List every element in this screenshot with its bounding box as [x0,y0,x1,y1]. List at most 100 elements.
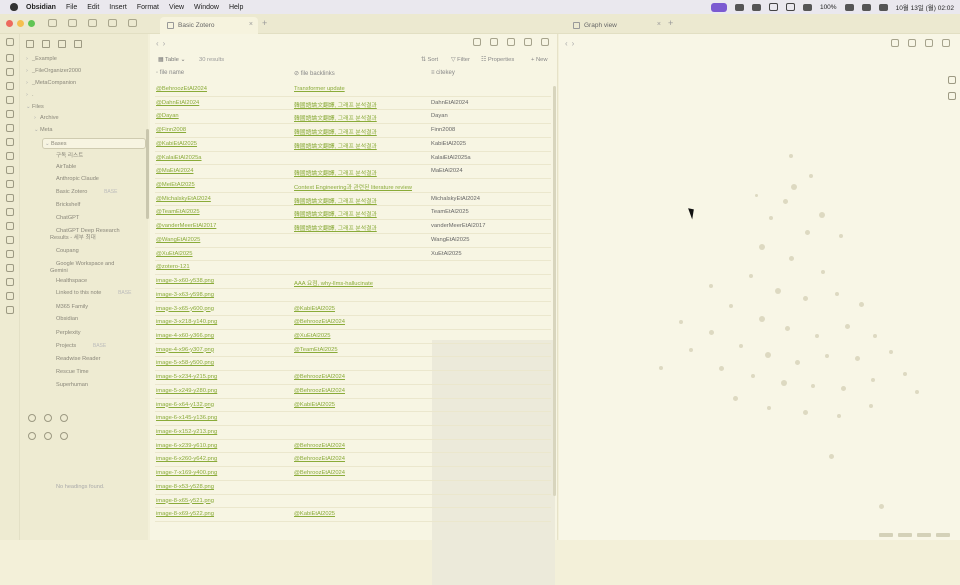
graph-node[interactable] [859,302,864,307]
graph-node[interactable] [783,199,788,204]
status-item[interactable] [936,533,950,537]
menu-item[interactable]: Insert [109,4,127,11]
map-icon[interactable] [6,264,14,272]
template-icon[interactable] [6,124,14,132]
table-row[interactable]: image-6-x152-y213.png [155,426,551,440]
plugin-icon[interactable] [6,138,14,146]
status-item[interactable] [898,533,912,537]
calendar-icon[interactable] [6,152,14,160]
graph-node[interactable] [789,256,794,261]
open-icon[interactable] [6,38,14,46]
search-panel-icon[interactable] [88,19,97,27]
zoom-icon[interactable] [473,38,481,46]
graph-node[interactable] [839,234,843,238]
tags-icon[interactable] [60,432,68,440]
backlinks-cell[interactable]: 韓國語論文翻譯, 그래프 분석결과 [294,113,429,122]
table-row[interactable]: image-7-x169-y400.png @BehroozEtAl2024 [155,467,551,481]
publish-icon[interactable] [6,194,14,202]
file-name-cell[interactable]: @TeamEtAl2025 [156,209,291,215]
backlinks-cell[interactable]: 韓國語論文翻譯, 그래프 분석결과 [294,100,429,109]
audio-icon[interactable] [6,180,14,188]
menu-item[interactable]: View [169,4,184,11]
file-name-cell[interactable]: @vanderMeerEtAl2017 [156,223,291,229]
table-row[interactable]: image-6-x260-y642.png @BehroozEtAl2024 [155,453,551,468]
filter-button[interactable]: ▽ Filter [451,57,470,63]
backlinks-icon[interactable] [44,432,52,440]
column-header-citekey[interactable]: ≡ citekey [431,70,455,76]
graph-node[interactable] [729,304,733,308]
menu-item[interactable]: Edit [87,4,99,11]
graph-node[interactable] [811,384,815,388]
tree-item[interactable]: 구독 리스트 [50,151,83,159]
table-row[interactable]: image-3-x63-y598.png [155,289,551,303]
tree-item[interactable]: ›. [26,92,34,98]
switcher-icon[interactable] [6,54,14,62]
zoom-icon[interactable] [891,39,899,47]
more-icon[interactable] [734,3,744,11]
menu-item[interactable]: Format [137,4,159,11]
graph-node[interactable] [689,348,693,352]
file-name-cell[interactable]: image-6-x64-y132.png [156,402,291,408]
sort-icon[interactable] [58,40,66,48]
graph-animate-icon[interactable] [948,92,956,100]
file-name-cell[interactable]: image-3-x65-y600.png [156,306,291,312]
forward-arrow-icon[interactable]: › [163,39,170,48]
backlinks-cell[interactable]: AAA 요점, why-llms-hallucinate [294,278,429,287]
collapse-icon[interactable] [128,19,137,27]
graph-node[interactable] [775,288,781,294]
daily-note-icon[interactable] [6,96,14,104]
command-icon[interactable] [6,110,14,118]
graph-node[interactable] [795,360,800,365]
backlinks-cell[interactable]: 韓國語論文翻譯, 그래프 분석결과 [294,127,429,136]
table-row[interactable]: @zotero-121 [155,261,551,276]
file-name-cell[interactable]: image-4-x60-y366.png [156,333,291,339]
tree-item[interactable]: ChatGPT Deep Research Results - 세부 최대 [50,228,130,242]
graph-node[interactable] [679,320,683,324]
graph-icon[interactable] [6,68,14,76]
file-name-cell[interactable]: image-6-x152-y213.png [156,429,291,435]
file-name-cell[interactable]: image-4-x96-y307.png [156,347,291,353]
file-name-cell[interactable]: image-8-x69-y522.png [156,511,291,517]
tab-basic-zotero[interactable]: Basic Zotero × [160,17,258,34]
send-icon[interactable] [908,39,916,47]
graph-node[interactable] [871,378,875,382]
table-row[interactable]: @XuEtAl2025 XuEtAl2025 [155,248,551,262]
menu-item[interactable]: File [66,4,77,11]
backlinks-cell[interactable]: 韓國語論文翻譯, 그래프 분석결과 [294,168,429,177]
tree-item[interactable]: ⌄Bases [42,138,146,149]
close-window-button[interactable] [6,20,13,27]
table-row[interactable]: @TeamEtAl2025 韓國語論文翻譯, 그래프 분석결과 TeamEtAl20… [155,206,551,221]
backlinks-cell[interactable]: 韓國語論文翻譯, 그래프 분석결과 [294,141,429,150]
backlinks-cell[interactable]: @BehroozEtAl2024 [294,443,429,449]
outline-icon[interactable] [28,432,36,440]
table-row[interactable]: image-8-x53-y528.png [155,481,551,495]
sort-button[interactable]: ⇅ Sort [421,57,438,63]
table-row[interactable]: @Dayan 韓國語論文翻譯, 그래프 분석결과 Dayan [155,110,551,125]
graph-node[interactable] [769,216,773,220]
graph-node[interactable] [835,292,839,296]
file-name-cell[interactable]: image-3-x218-y140.png [156,319,291,325]
file-name-cell[interactable]: image-7-x169-y400.png [156,470,291,476]
file-name-cell[interactable]: image-3-x63-y598.png [156,292,291,298]
new-tab-icon[interactable]: + [262,18,267,28]
table-row[interactable]: @Finn2008 韓國語論文翻譯, 그래프 분석결과 Finn2008 [155,124,551,138]
more-options-icon[interactable] [541,38,549,46]
tree-item[interactable]: Linked to this note BASE [50,290,131,296]
graph-node[interactable] [659,366,663,370]
graph-node[interactable] [767,406,771,410]
tree-item[interactable]: Brickshelf [50,202,80,208]
control-center-icon[interactable] [878,3,888,11]
file-name-cell[interactable]: image-3-x60-y538.png [156,278,291,284]
graph-node[interactable] [739,344,743,348]
backlinks-cell[interactable]: @BehroozEtAl2024 [294,470,429,476]
tree-item[interactable]: Google Workspace and Gemini [50,261,128,275]
backlinks-cell[interactable]: 韓國語論文翻譯, 그래프 분석결과 [294,196,429,205]
graph-node[interactable] [825,354,829,358]
file-name-cell[interactable]: @zotero-121 [156,264,291,270]
column-header-file-backlinks[interactable]: ⊘ file backlinks [294,70,335,77]
graph-node[interactable] [749,274,753,278]
tree-item[interactable]: Superhuman [50,382,88,388]
graph-node[interactable] [829,454,834,459]
tree-item[interactable]: ⌄Files [26,104,44,110]
table-row[interactable]: @MichalskyEtAl2024 韓國語論文翻譯, 그래프 분석결과 Micha… [155,193,551,207]
